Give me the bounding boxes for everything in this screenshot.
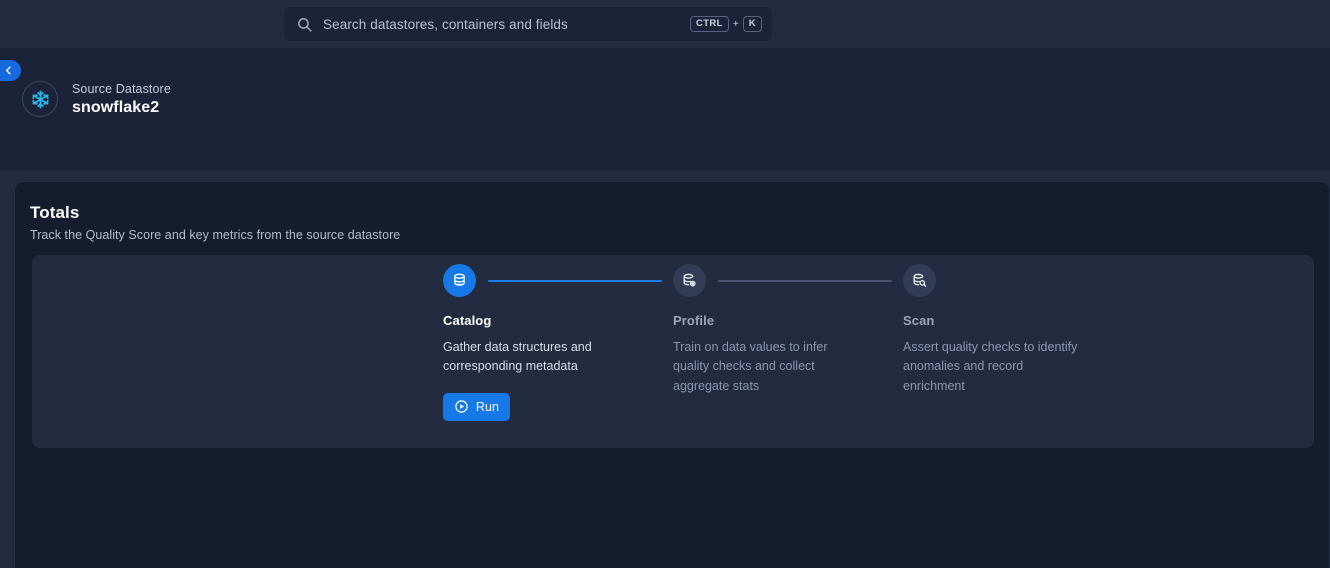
snowflake-icon (31, 89, 49, 109)
datastore-kicker: Source Datastore (72, 81, 171, 96)
step-desc-profile: Train on data values to infer quality ch… (673, 340, 828, 393)
profile-step-icon[interactable] (673, 264, 706, 297)
page-header: Source Datastore snowflake2 Overview Act… (0, 48, 1330, 216)
workflow-stepper: Catalog Gather data structures and corre… (443, 255, 1133, 448)
step-catalog[interactable]: Catalog Gather data structures and corre… (443, 255, 673, 421)
kbd-k: K (742, 16, 762, 32)
database-icon (454, 273, 465, 286)
datastore-name: snowflake2 (72, 98, 160, 116)
datastore-identity: Source Datastore snowflake2 (22, 81, 171, 117)
scan-step-icon[interactable] (903, 264, 936, 297)
kbd-ctrl: CTRL (689, 16, 729, 32)
run-button[interactable]: Run (443, 392, 510, 421)
play-circle-icon (455, 400, 468, 413)
chevron-left-icon (5, 66, 11, 75)
search-input-placeholder[interactable]: Search datastores, containers and fields (323, 17, 690, 32)
snowflake-logo (22, 81, 58, 117)
totals-panel: Totals Track the Quality Score and key m… (14, 181, 1330, 568)
database-search-icon (913, 273, 927, 287)
top-bar: Search datastores, containers and fields… (0, 0, 1330, 48)
step-name-catalog: Catalog (443, 313, 492, 328)
run-button-label: Run (475, 399, 500, 414)
search-icon (296, 16, 313, 33)
kbd-plus: + (732, 18, 739, 30)
step-desc-scan: Assert quality checks to identify anomal… (903, 340, 1078, 393)
database-gear-icon (683, 273, 696, 287)
search-shortcut-hint: CTRL + K (689, 16, 762, 32)
global-search-box[interactable]: Search datastores, containers and fields… (284, 7, 772, 41)
step-profile[interactable]: Profile Train on data values to infer qu… (673, 255, 903, 396)
step-scan[interactable]: Scan Assert quality checks to identify a… (903, 255, 1133, 396)
step-desc-catalog: Gather data structures and corresponding… (443, 340, 592, 374)
back-button[interactable] (0, 60, 21, 81)
page-title: Totals (30, 203, 80, 222)
step-name-scan: Scan (903, 313, 935, 328)
catalog-step-icon[interactable] (443, 264, 476, 297)
workflow-card: Catalog Gather data structures and corre… (32, 255, 1314, 448)
step-connector-catalog-profile (488, 280, 662, 282)
page-subtitle: Track the Quality Score and key metrics … (30, 228, 401, 242)
step-name-profile: Profile (673, 313, 715, 328)
step-connector-profile-scan (718, 280, 892, 282)
